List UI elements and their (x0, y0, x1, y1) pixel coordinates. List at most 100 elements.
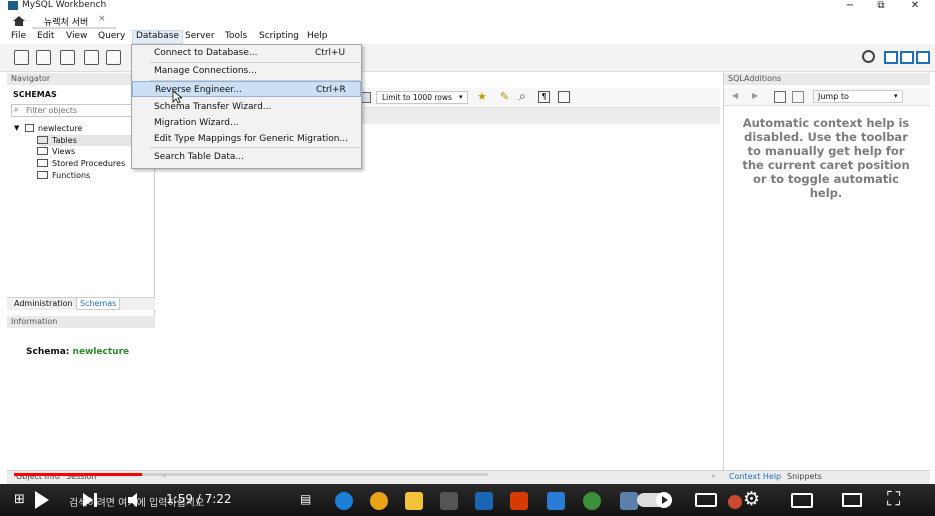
find-icon[interactable]: ⌕ (519, 89, 526, 104)
workbench-taskbar-icon[interactable] (620, 492, 638, 510)
mail-icon[interactable] (475, 492, 493, 510)
menu-item-label: Connect to Database... (154, 48, 258, 58)
menu-view[interactable]: View (66, 31, 87, 41)
subtitles-icon[interactable] (695, 493, 717, 507)
menu-item-connect-to-database[interactable]: Connect to Database... Ctrl+U (132, 45, 361, 61)
schema-newlecture[interactable]: newlecture (38, 124, 82, 133)
maximize-button[interactable]: ⧉ (866, 0, 896, 12)
menu-item-label: Search Table Data... (154, 152, 244, 162)
stored-procedures-icon (37, 159, 48, 167)
tree-item-tables[interactable]: Tables (52, 136, 77, 145)
tab-close-icon[interactable]: × (98, 14, 106, 24)
chrome-icon[interactable] (370, 492, 388, 510)
toggle-output-icon[interactable] (900, 51, 914, 64)
home-tab[interactable] (8, 13, 30, 29)
user-avatar-icon[interactable] (728, 495, 742, 509)
context-help-text: Automatic context help is disabled. Use … (742, 116, 910, 200)
settings-gear-icon[interactable] (862, 50, 875, 63)
menu-item-edit-type-mappings[interactable]: Edit Type Mappings for Generic Migration… (132, 131, 361, 147)
info-schema-value: newlecture (72, 347, 130, 357)
menu-database[interactable]: Database (132, 30, 183, 44)
new-sql-tab-icon[interactable] (14, 50, 29, 65)
menu-item-shortcut: Ctrl+U (315, 48, 346, 58)
store-icon[interactable] (440, 492, 458, 510)
tree-item-functions[interactable]: Functions (52, 171, 90, 180)
file-explorer-icon[interactable] (405, 492, 423, 510)
spring-icon[interactable] (583, 492, 601, 510)
tables-icon (37, 136, 48, 144)
video-time: 1:59 / 7:22 (166, 492, 232, 506)
edge-icon[interactable] (335, 492, 353, 510)
vscode-icon[interactable] (547, 492, 565, 510)
open-sql-script-icon[interactable] (36, 50, 51, 65)
info-schema: Schema: newlecture (26, 347, 129, 357)
settings-icon[interactable]: ⚙ (743, 488, 760, 510)
menu-server[interactable]: Server (185, 31, 215, 41)
tree-item-stored-procedures[interactable]: Stored Procedures (52, 159, 125, 168)
inspector-icon[interactable] (60, 50, 75, 65)
menu-query[interactable]: Query (98, 31, 125, 41)
menu-item-label: Reverse Engineer... (155, 85, 242, 95)
theater-mode-icon[interactable] (842, 493, 862, 507)
play-icon[interactable] (33, 490, 51, 510)
jump-to-select[interactable]: Jump to ▾ (813, 90, 903, 103)
miniplayer-icon[interactable] (791, 493, 813, 508)
tab-context-help[interactable]: Context Help (729, 472, 781, 481)
windows-start-icon[interactable]: ⊞ (14, 492, 25, 507)
menu-edit[interactable]: Edit (37, 31, 54, 41)
auto-help-icon[interactable] (792, 91, 804, 103)
office-icon[interactable] (510, 492, 528, 510)
menu-item-label: Migration Wizard... (154, 118, 239, 128)
expand-arrow-icon[interactable]: ▼ (14, 124, 19, 132)
limit-rows-value: Limit to 1000 rows (382, 93, 452, 102)
sql-additions-header: SQLAdditions (724, 73, 930, 85)
mysql-workbench-icon (8, 1, 18, 10)
autoplay-play-icon (656, 492, 672, 508)
information-header: Information (7, 316, 155, 328)
views-icon (37, 147, 48, 155)
menu-item-migration-wizard[interactable]: Migration Wizard... (132, 115, 361, 131)
database-icon (25, 124, 34, 132)
invisible-chars-icon[interactable]: ¶ (538, 91, 550, 103)
menu-file[interactable]: File (11, 31, 26, 41)
connection-tab[interactable]: 뉴렉처 서버 × (32, 13, 116, 29)
create-table-icon[interactable] (106, 50, 121, 65)
menu-scripting[interactable]: Scripting (259, 31, 299, 41)
menu-item-reverse-engineer[interactable]: Reverse Engineer... Ctrl+R (132, 81, 361, 97)
filter-objects-input[interactable] (26, 106, 136, 115)
jump-to-value: Jump to (818, 92, 849, 101)
menu-item-manage-connections[interactable]: Manage Connections... (132, 63, 361, 79)
tab-schemas[interactable]: Schemas (76, 297, 121, 310)
add-snippet-star-icon[interactable]: ★ (477, 90, 487, 103)
minimize-button[interactable]: − (835, 0, 865, 12)
forward-arrow-icon[interactable]: ▶ (752, 91, 758, 100)
wrap-lines-icon[interactable] (558, 91, 570, 103)
limit-rows-select[interactable]: Limit to 1000 rows ▾ (376, 91, 468, 104)
search-icon: ⌕ (14, 105, 19, 114)
volume-icon[interactable] (126, 491, 144, 509)
fullscreen-icon[interactable]: ⛶ (887, 488, 900, 510)
create-schema-icon[interactable] (84, 50, 99, 65)
next-video-icon[interactable] (81, 491, 99, 509)
menu-item-schema-transfer-wizard[interactable]: Schema Transfer Wizard... (132, 99, 361, 115)
menu-help[interactable]: Help (307, 31, 328, 41)
chevron-down-icon: ▾ (894, 92, 898, 100)
menu-item-search-table-data[interactable]: Search Table Data... (132, 149, 361, 165)
menu-item-label: Manage Connections... (154, 66, 257, 76)
functions-icon (37, 171, 48, 179)
close-button[interactable]: ✕ (900, 0, 930, 12)
tab-administration[interactable]: Administration (14, 299, 73, 308)
home-icon (13, 16, 25, 26)
beautify-icon[interactable]: ✎ (500, 90, 509, 103)
tree-item-views[interactable]: Views (52, 147, 75, 156)
toggle-sidebar-icon[interactable] (884, 51, 898, 64)
tab-snippets[interactable]: Snippets (787, 472, 822, 481)
toggle-secondary-sidebar-icon[interactable] (916, 51, 930, 64)
menu-tools[interactable]: Tools (225, 31, 247, 41)
back-arrow-icon[interactable]: ◀ (732, 91, 738, 100)
menu-item-label: Edit Type Mappings for Generic Migration… (154, 134, 349, 144)
connection-tab-label: 뉴렉처 서버 (44, 18, 89, 28)
manual-help-icon[interactable] (774, 91, 786, 103)
task-view-icon[interactable]: ▤ (300, 492, 318, 510)
scroll-right-arrow-icon[interactable]: › (712, 472, 715, 480)
